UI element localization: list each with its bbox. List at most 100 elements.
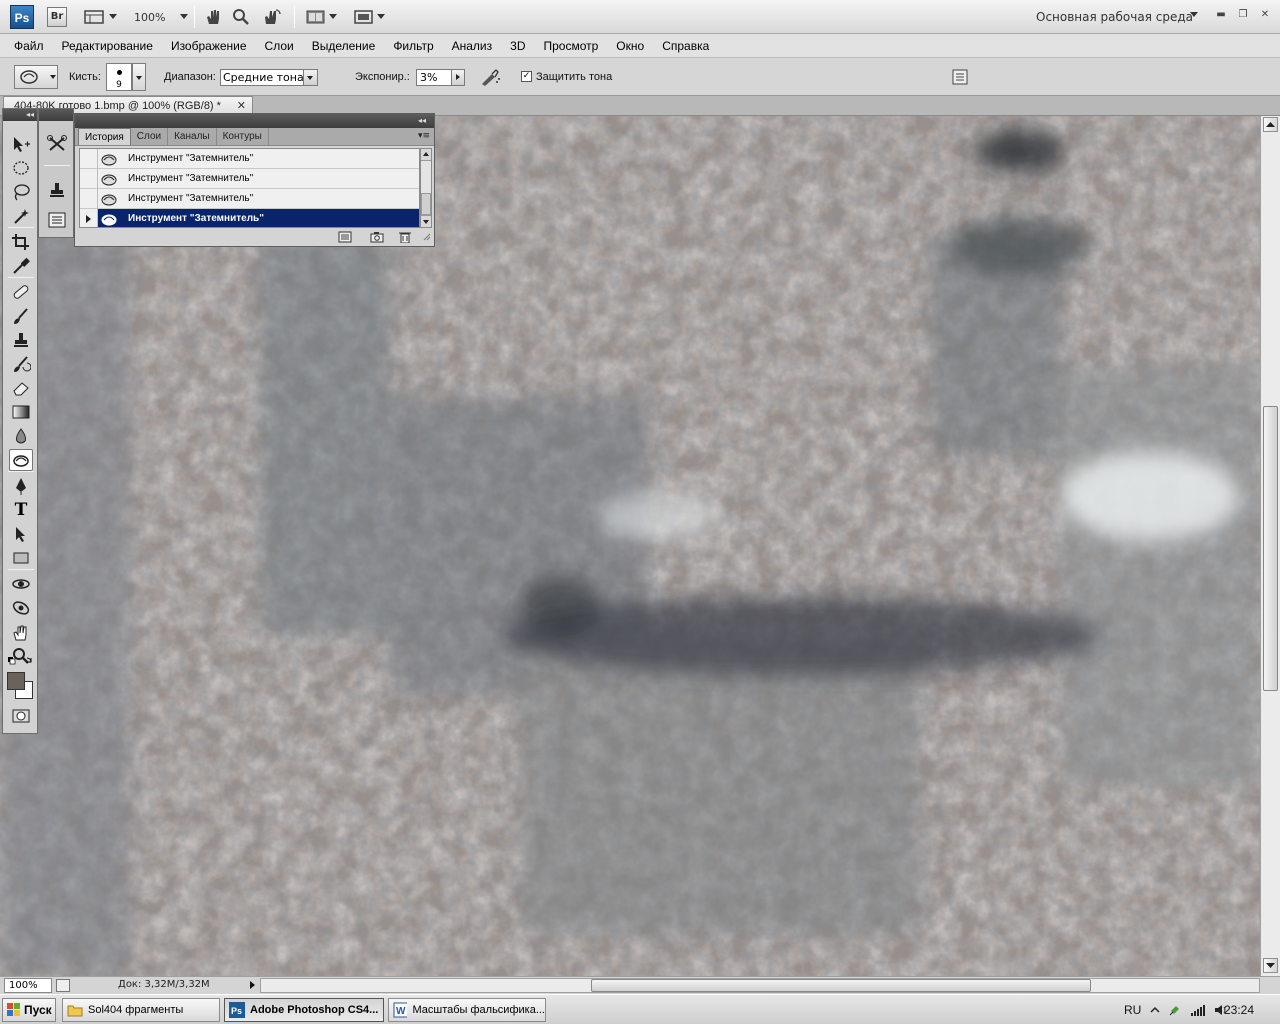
zoom-tool-button[interactable] <box>232 6 250 28</box>
history-source-checkbox[interactable] <box>80 168 98 189</box>
panel-toggle-icon[interactable] <box>952 69 968 85</box>
brush-picker[interactable]: 9 <box>106 63 132 91</box>
tab-paths[interactable]: Контуры <box>217 128 269 145</box>
eyedropper-tool[interactable] <box>9 255 33 277</box>
menu-analysis[interactable]: Анализ <box>443 39 502 53</box>
hand-tool-button[interactable] <box>204 6 222 28</box>
hand-tool[interactable] <box>9 621 33 643</box>
history-brush-tool[interactable] <box>9 353 33 375</box>
list-item[interactable]: Инструмент "Затемнитель" <box>80 168 419 189</box>
marquee-tool[interactable] <box>9 157 33 179</box>
horizontal-scroll-thumb[interactable] <box>591 979 1091 992</box>
restore-button[interactable]: ❐ <box>1236 8 1250 22</box>
chevron-down-icon[interactable] <box>421 215 431 227</box>
chevron-down-icon[interactable] <box>1190 12 1198 17</box>
new-document-from-state-icon[interactable] <box>338 231 352 243</box>
safely-remove-icon[interactable] <box>1168 1003 1182 1017</box>
airbrush-icon[interactable] <box>479 67 501 87</box>
rotate-view-button[interactable] <box>262 6 282 28</box>
brush-picker-dropdown[interactable] <box>132 63 146 91</box>
menu-file[interactable]: Файл <box>5 39 53 53</box>
tool-preset-picker[interactable] <box>14 65 58 89</box>
exposure-slider-button[interactable] <box>451 69 465 86</box>
vertical-scroll-thumb[interactable] <box>1263 406 1278 691</box>
menu-layers[interactable]: Слои <box>256 39 303 53</box>
exposure-input[interactable]: 3% <box>416 69 452 86</box>
menu-window[interactable]: Окно <box>607 39 653 53</box>
taskbar-item-word[interactable]: W Масштабы фальсифика... <box>388 998 546 1022</box>
shape-tool[interactable] <box>9 547 33 569</box>
view-extras-button[interactable] <box>84 6 117 28</box>
workspace-switcher[interactable]: Основная рабочая среда <box>1036 10 1193 24</box>
foreground-color-swatch[interactable] <box>7 672 25 690</box>
taskbar-item-folder[interactable]: Sol404 фрагменты <box>62 998 220 1022</box>
history-scroll-thumb[interactable] <box>421 193 431 215</box>
menu-image[interactable]: Изображение <box>162 39 256 53</box>
quick-select-tool[interactable] <box>9 205 33 227</box>
arrange-documents-button[interactable] <box>306 6 337 28</box>
type-tool[interactable]: T <box>9 499 33 521</box>
bridge-button[interactable]: Br <box>47 7 67 27</box>
history-panel-header[interactable]: ◂◂ <box>75 114 434 128</box>
status-zoom-field[interactable]: 100% <box>4 978 52 993</box>
menu-edit[interactable]: Редактирование <box>53 39 162 53</box>
menu-select[interactable]: Выделение <box>303 39 385 53</box>
panel-clone-source[interactable] <box>45 179 69 201</box>
clone-stamp-tool[interactable] <box>9 329 33 351</box>
panel-history[interactable] <box>45 209 69 231</box>
start-button[interactable]: Пуск <box>2 998 56 1022</box>
list-item[interactable]: Инструмент "Затемнитель" <box>80 149 419 169</box>
lasso-tool[interactable] <box>9 181 33 203</box>
close-button[interactable]: ✕ <box>1258 8 1272 22</box>
brush-tool[interactable] <box>9 305 33 327</box>
status-menu-button[interactable] <box>248 978 258 993</box>
clock[interactable]: 23:24 <box>1224 998 1254 1022</box>
scroll-up-button[interactable] <box>1263 117 1278 132</box>
list-item[interactable]: Инструмент "Затемнитель" <box>80 188 419 209</box>
pen-tool[interactable] <box>9 475 33 497</box>
range-select[interactable]: Средние тона <box>220 69 318 86</box>
network-signal-icon[interactable] <box>1190 1003 1206 1017</box>
menu-view[interactable]: Просмотр <box>534 39 607 53</box>
crop-tool[interactable] <box>9 231 33 253</box>
list-item-selected[interactable]: Инструмент "Затемнитель" <box>80 208 419 227</box>
taskbar-item-photoshop[interactable]: Ps Adobe Photoshop CS4... <box>224 998 384 1022</box>
healing-tool[interactable] <box>9 281 33 303</box>
tab-history[interactable]: История <box>78 128 131 145</box>
vertical-scrollbar[interactable] <box>1260 116 1280 976</box>
blur-tool[interactable] <box>9 425 33 447</box>
scroll-down-button[interactable] <box>1263 958 1278 973</box>
minimize-button[interactable]: ▬ <box>1214 8 1228 22</box>
path-select-tool[interactable] <box>9 523 33 545</box>
snapshot-camera-icon[interactable] <box>370 231 384 243</box>
menu-help[interactable]: Справка <box>653 39 718 53</box>
gradient-tool[interactable] <box>9 401 33 423</box>
protect-tones-checkbox[interactable]: ✓ <box>521 71 532 82</box>
panel-menu-icon[interactable]: ▾≡ <box>418 131 430 141</box>
history-source-checkbox[interactable] <box>80 188 98 209</box>
panel-brush-presets[interactable] <box>45 133 69 155</box>
resize-grip-icon[interactable] <box>421 231 435 243</box>
3d-rotate-tool[interactable] <box>9 573 33 595</box>
toolbox-header[interactable]: ◂◂ <box>3 109 37 121</box>
chevron-up-icon[interactable] <box>421 149 431 161</box>
menu-3d[interactable]: 3D <box>501 39 534 53</box>
tab-channels[interactable]: Каналы <box>168 128 217 145</box>
trash-icon[interactable] <box>398 231 412 243</box>
status-options-icon[interactable] <box>56 979 70 992</box>
chevron-up-icon[interactable] <box>1150 1005 1160 1015</box>
tab-layers[interactable]: Слои <box>131 128 169 145</box>
3d-orbit-tool[interactable] <box>9 597 33 619</box>
color-swap-icons[interactable] <box>7 655 37 667</box>
menu-filter[interactable]: Фильтр <box>384 39 442 53</box>
language-indicator[interactable]: RU <box>1124 998 1141 1022</box>
quick-mask-button[interactable] <box>9 705 33 727</box>
dodge-burn-tool[interactable] <box>9 449 33 471</box>
screen-mode-button[interactable] <box>354 6 385 28</box>
history-scrollbar[interactable] <box>420 148 432 228</box>
eraser-tool[interactable] <box>9 377 33 399</box>
zoom-level-dropdown[interactable]: 100% <box>134 6 189 28</box>
move-tool[interactable] <box>9 133 33 155</box>
history-source-checkbox[interactable] <box>80 149 98 169</box>
horizontal-scrollbar[interactable] <box>260 978 1260 993</box>
